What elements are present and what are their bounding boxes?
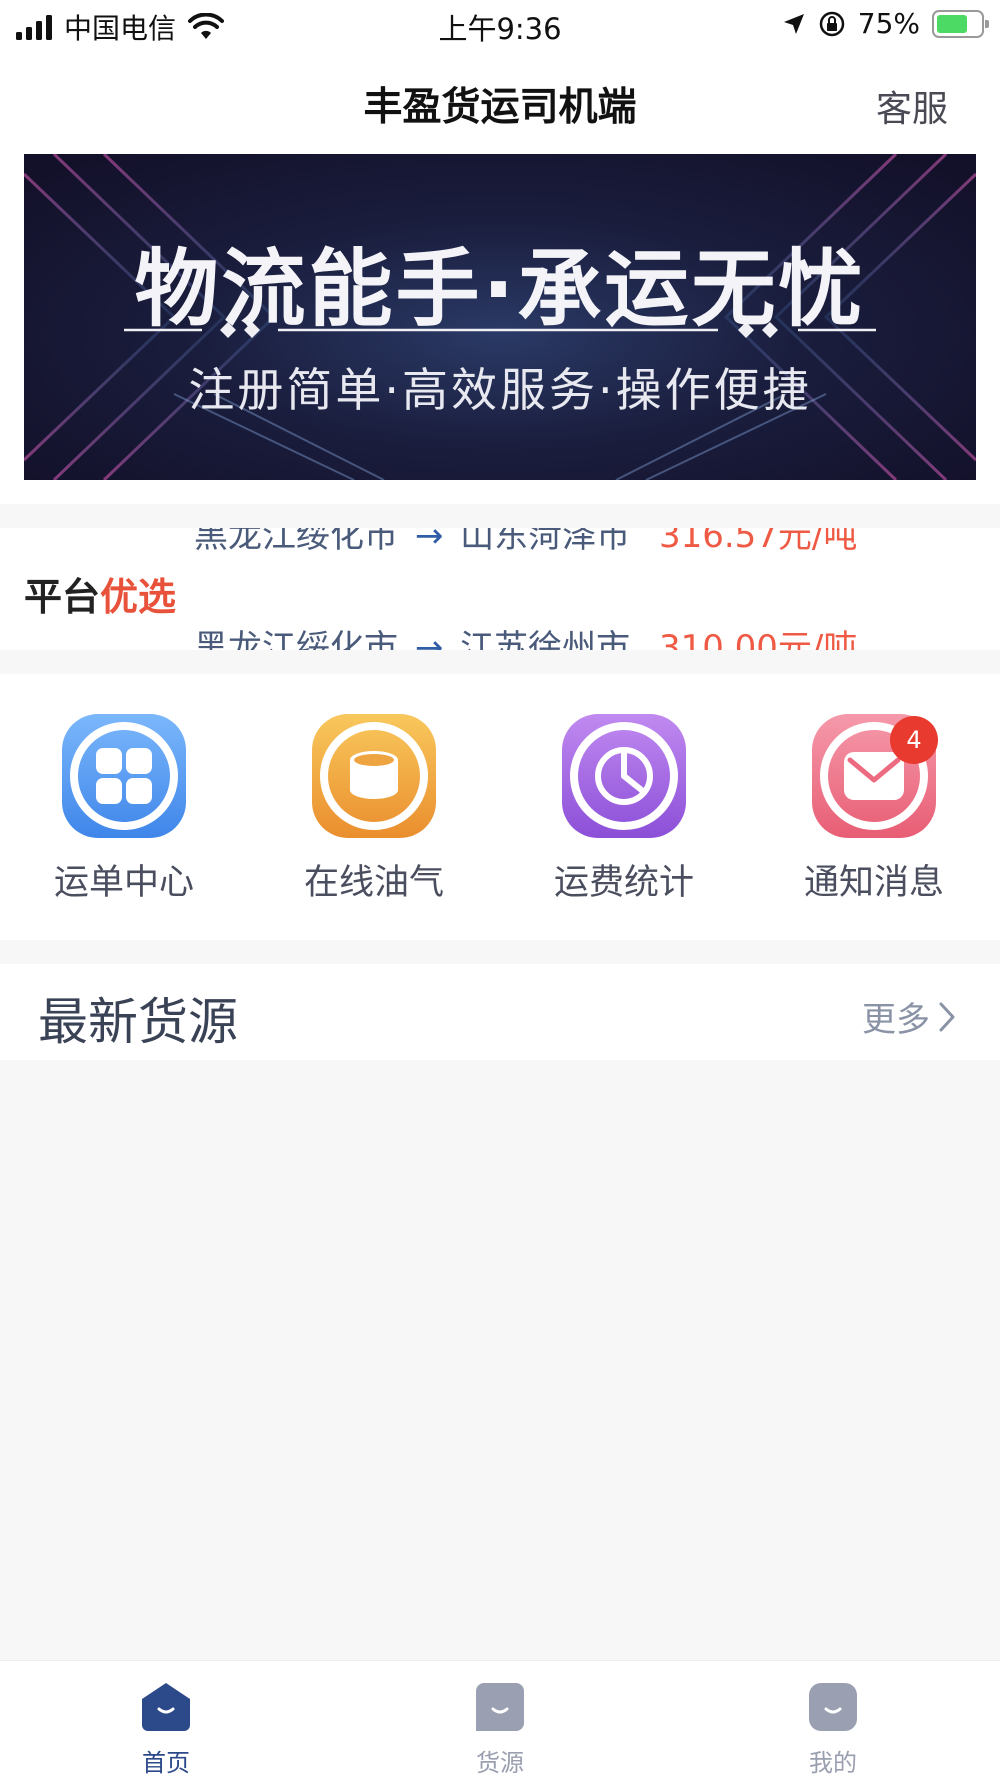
route-price: 310.00元/吨 <box>658 628 858 650</box>
page-title: 丰盈货运司机端 <box>363 85 637 130</box>
ticker-route-item[interactable]: 黑龙江绥化市 → 山东菏泽市 316.57元/吨 <box>194 528 857 557</box>
tab-label: 我的 <box>809 1749 857 1777</box>
grid-icon <box>62 714 186 838</box>
tab-label: 货源 <box>476 1749 524 1777</box>
mail-icon: 4 <box>812 714 938 838</box>
section-title: 最新货源 <box>38 993 238 1051</box>
profile-icon <box>809 1683 857 1731</box>
quick-item-label: 运费统计 <box>553 863 694 903</box>
navigation-bar: 丰盈货运司机端 客服 <box>0 50 1000 154</box>
quick-item-label: 通知消息 <box>803 863 944 903</box>
promo-banner[interactable]: 物流能手·承运无忧 注册简单·高效服务·操作便捷 <box>24 154 976 480</box>
more-link[interactable]: 更多 <box>862 992 956 1041</box>
quick-item-freight-stats[interactable]: 运费统计 <box>524 714 724 905</box>
banner-section: 物流能手·承运无忧 注册简单·高效服务·操作便捷 <box>0 154 1000 504</box>
chevron-right-icon <box>939 1002 955 1031</box>
latest-cargo-list <box>0 1060 1000 1660</box>
route-origin: 黑龙江绥化市 <box>194 628 398 650</box>
ticker-route-item[interactable]: 黑龙江绥化市 → 江苏徐州市 310.00元/吨 <box>194 620 857 650</box>
quick-item-label: 运单中心 <box>53 863 194 903</box>
banner-subline: 注册简单·高效服务·操作便捷 <box>188 363 812 417</box>
quick-item-waybill-center[interactable]: 运单中心 <box>24 714 224 905</box>
cargo-icon <box>476 1683 524 1731</box>
route-origin: 黑龙江绥化市 <box>194 528 398 556</box>
tab-home[interactable]: 首页 <box>66 1681 266 1778</box>
fuel-tank-icon <box>312 714 436 838</box>
bottom-tab-bar: 首页 货源 我的 <box>0 1660 1000 1778</box>
home-icon <box>142 1683 190 1731</box>
quick-menu: 运单中心 在线油气 运费统计 4 通知消息 <box>0 674 1000 940</box>
status-bar: 中国电信 上午9:36 75% <box>0 0 1000 50</box>
route-arrow-icon: → <box>414 628 444 650</box>
platform-picks-label: 平台优选 <box>24 566 176 621</box>
tab-mine[interactable]: 我的 <box>733 1681 933 1778</box>
pie-chart-icon <box>562 714 686 838</box>
platform-picks-ticker[interactable]: 平台优选 黑龙江绥化市 → 山东菏泽市 316.57元/吨 黑龙江绥化市 → 江… <box>0 528 1000 650</box>
route-destination: 山东菏泽市 <box>460 528 631 556</box>
label-accent: 优选 <box>100 575 177 619</box>
tab-cargo[interactable]: 货源 <box>400 1681 600 1778</box>
more-label: 更多 <box>862 1000 930 1040</box>
quick-item-notifications[interactable]: 4 通知消息 <box>774 714 974 905</box>
route-price: 316.57元/吨 <box>658 528 858 556</box>
rotation-lock-icon <box>819 11 845 36</box>
latest-cargo-header: 最新货源 更多 <box>0 964 1000 1060</box>
quick-item-online-fuel[interactable]: 在线油气 <box>274 714 474 905</box>
quick-item-label: 在线油气 <box>303 863 444 903</box>
battery-percent: 75% <box>857 7 920 40</box>
customer-service-button[interactable]: 客服 <box>876 80 948 132</box>
status-right: 75% <box>782 7 989 40</box>
label-main: 平台 <box>24 575 101 619</box>
route-destination: 江苏徐州市 <box>460 628 631 650</box>
unread-count-badge: 4 <box>890 716 938 764</box>
tab-label: 首页 <box>142 1749 190 1777</box>
battery-icon <box>932 9 989 38</box>
route-arrow-icon: → <box>414 528 444 556</box>
banner-headline: 物流能手·承运无忧 <box>134 240 866 338</box>
location-arrow-icon <box>783 13 804 34</box>
